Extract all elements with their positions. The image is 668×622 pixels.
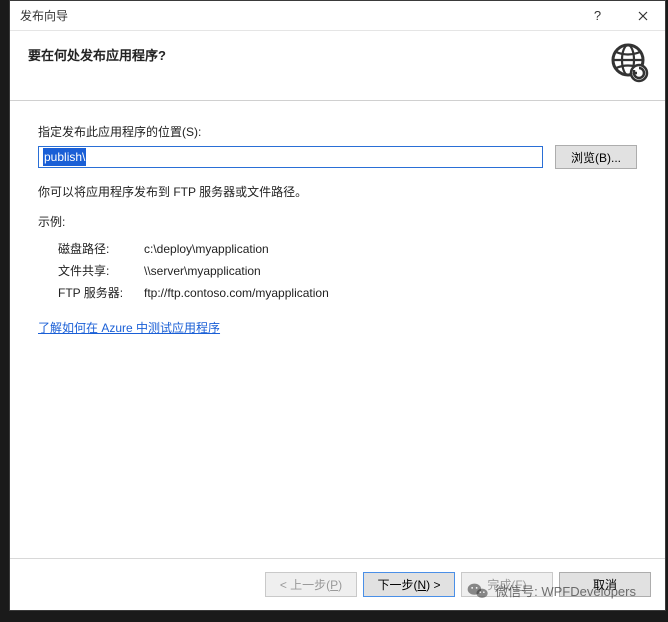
example-share-value: \\server\myapplication [144,261,329,281]
examples-table: 磁盘路径: c:\deploy\myapplication 文件共享: \\se… [56,237,331,305]
next-button[interactable]: 下一步(N) > [363,572,455,597]
location-label: 指定发布此应用程序的位置(S): [38,123,637,141]
close-icon [638,11,648,21]
publish-path-input[interactable]: publish\ [38,146,543,168]
prev-button: < 上一步(P) [265,572,357,597]
azure-link[interactable]: 了解如何在 Azure 中测试应用程序 [38,321,220,335]
globe-icon [607,41,649,86]
titlebar: 发布向导 ? [10,1,665,31]
example-share-label: 文件共享: [58,261,142,281]
header-question: 要在何处发布应用程序? [28,45,647,64]
example-ftp-value: ftp://ftp.contoso.com/myapplication [144,283,329,303]
example-row-ftp: FTP 服务器: ftp://ftp.contoso.com/myapplica… [58,283,329,303]
publish-path-value: publish\ [43,148,86,166]
example-disk-value: c:\deploy\myapplication [144,239,329,259]
publish-wizard-dialog: 发布向导 ? 要在何处发布应用程序? 指定发布此应用程序的位置(S): [9,0,666,611]
example-disk-label: 磁盘路径: [58,239,142,259]
window-title: 发布向导 [20,7,575,24]
example-ftp-label: FTP 服务器: [58,283,142,303]
finish-button: 完成(F) [461,572,553,597]
publish-description: 你可以将应用程序发布到 FTP 服务器或文件路径。 [38,183,637,201]
example-row-disk: 磁盘路径: c:\deploy\myapplication [58,239,329,259]
cancel-button[interactable]: 取消 [559,572,651,597]
close-button[interactable] [620,1,665,31]
wizard-footer: < 上一步(P) 下一步(N) > 完成(F) 取消 [10,558,665,610]
browse-button[interactable]: 浏览(B)... [555,145,637,169]
example-row-share: 文件共享: \\server\myapplication [58,261,329,281]
wizard-content: 指定发布此应用程序的位置(S): publish\ 浏览(B)... 你可以将应… [10,101,665,558]
help-button[interactable]: ? [575,1,620,31]
example-heading: 示例: [38,213,637,231]
wizard-header: 要在何处发布应用程序? [10,31,665,101]
